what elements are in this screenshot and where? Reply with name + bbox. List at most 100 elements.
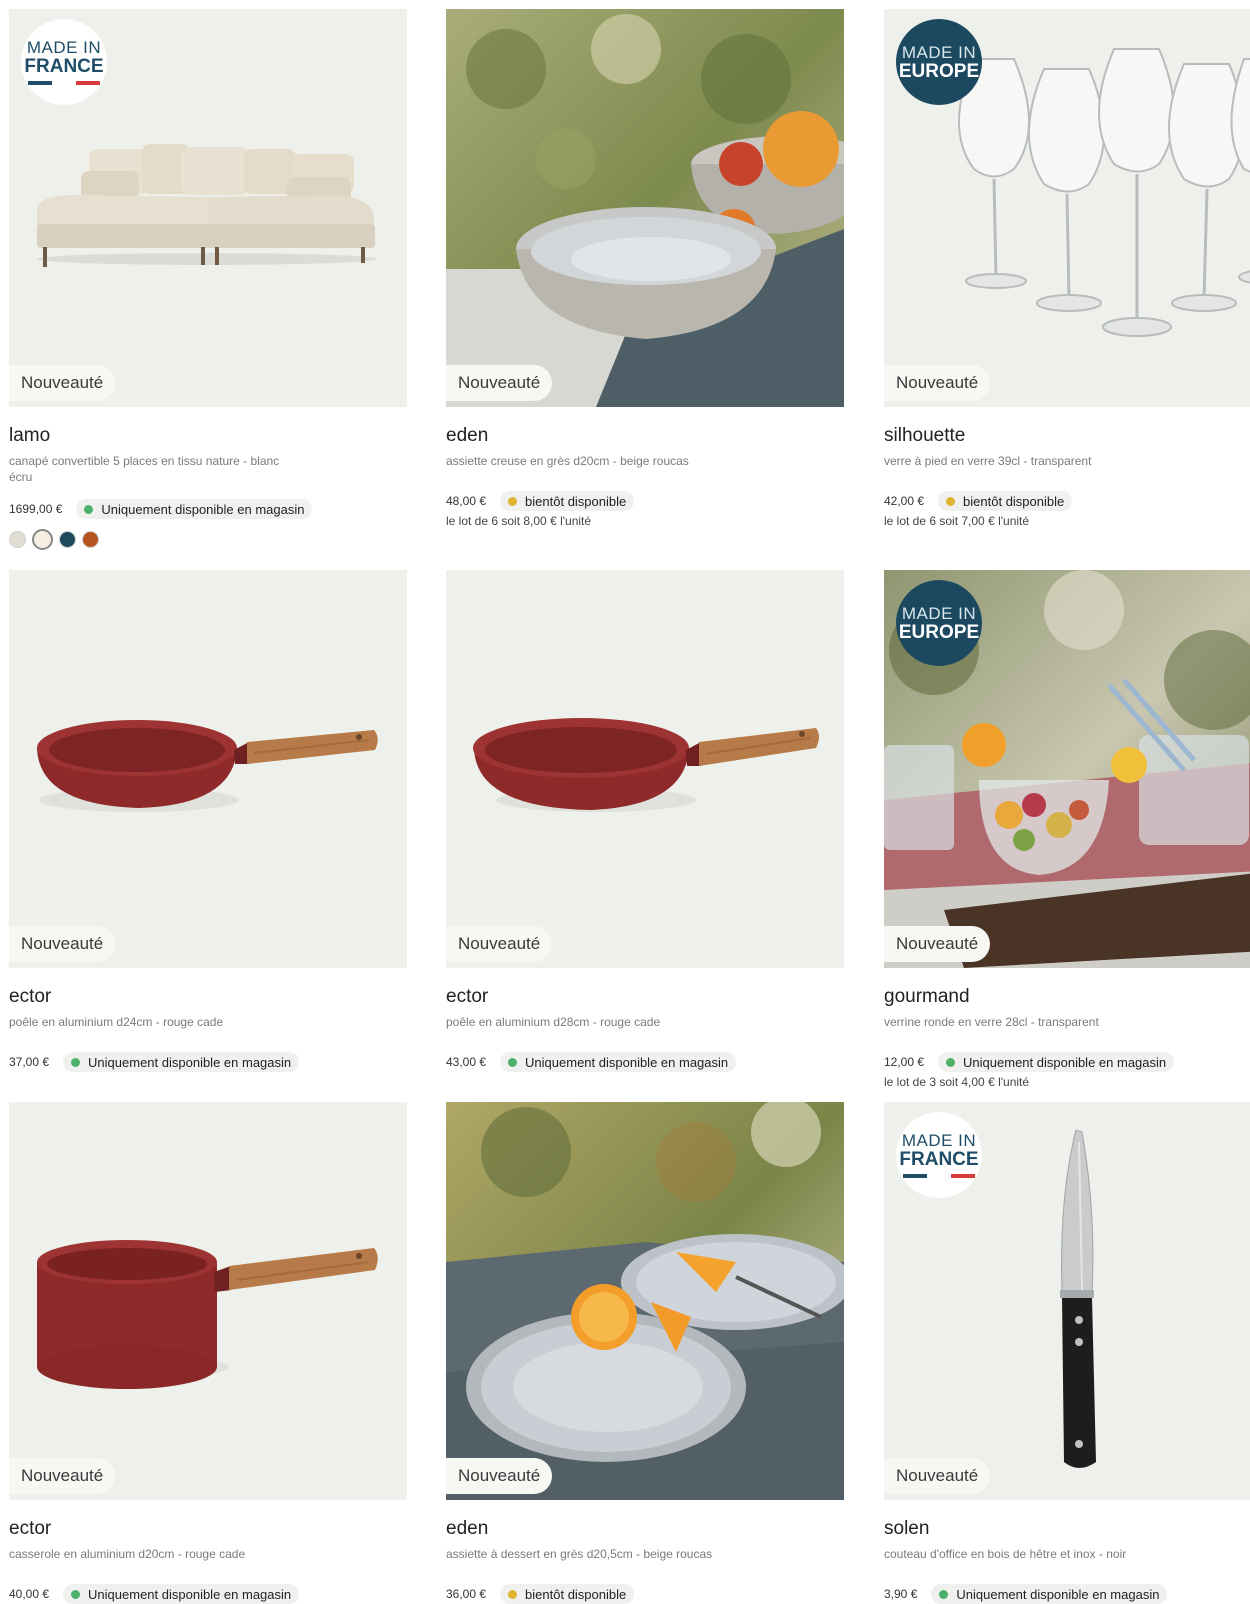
status-dot-icon xyxy=(71,1057,81,1067)
product-card[interactable]: Nouveauté ector casserole en aluminium d… xyxy=(9,1102,407,1604)
availability-badge: Uniquement disponible en magasin xyxy=(500,1052,737,1072)
product-name[interactable]: silhouette xyxy=(884,425,1250,447)
color-swatches xyxy=(9,529,407,550)
made-in-label: MADE IN xyxy=(26,38,102,57)
lot-info: le lot de 3 soit 4,00 € l'unité xyxy=(884,1075,1030,1089)
product-image-sofa[interactable]: MADE IN FRANCE Nouveauté xyxy=(9,9,407,407)
product-card[interactable]: MADE IN EUROPE Nouveauté gourmand verrin… xyxy=(884,570,1250,1089)
price-row: 3,90 € Uniquement disponible en magasin xyxy=(884,1584,1250,1604)
product-price: 40,00 € xyxy=(9,1587,50,1601)
product-name[interactable]: gourmand xyxy=(884,986,1250,1008)
product-name[interactable]: ector xyxy=(9,1518,407,1540)
new-badge: Nouveauté xyxy=(884,365,991,401)
product-name[interactable]: solen xyxy=(884,1518,1250,1540)
product-price: 37,00 € xyxy=(9,1055,50,1069)
frying-pan-illustration xyxy=(446,570,844,968)
new-badge: Nouveauté xyxy=(9,1458,116,1494)
product-price: 36,00 € xyxy=(446,1587,487,1601)
new-badge: Nouveauté xyxy=(446,365,553,401)
product-card[interactable]: Nouveauté ector poêle en aluminium d28cm… xyxy=(446,570,844,1072)
product-card[interactable]: MADE IN FRANCE Nouveauté solen couteau d… xyxy=(884,1102,1250,1604)
price-row: 37,00 € Uniquement disponible en magasin xyxy=(9,1052,407,1072)
made-in-country: EUROPE xyxy=(898,621,980,643)
price-row: 12,00 € Uniquement disponible en magasin xyxy=(884,1052,1250,1072)
made-in-country: EUROPE xyxy=(898,60,980,82)
made-in-france-badge: MADE IN FRANCE xyxy=(21,19,107,105)
new-badge: Nouveauté xyxy=(884,926,991,962)
availability-text: bientôt disponible xyxy=(525,493,627,509)
product-image-knife[interactable]: MADE IN FRANCE Nouveauté xyxy=(884,1102,1250,1500)
product-name[interactable]: ector xyxy=(446,986,844,1008)
product-card[interactable]: Nouveauté eden assiette creuse en grès d… xyxy=(446,9,844,528)
product-description: couteau d'office en bois de hêtre et ino… xyxy=(884,1547,1127,1561)
availability-text: Uniquement disponible en magasin xyxy=(101,501,305,517)
dessert-plate-photo xyxy=(446,1102,844,1500)
made-in-label: MADE IN xyxy=(901,603,977,623)
color-swatch[interactable] xyxy=(9,531,26,548)
price-row: 48,00 € bientôt disponible xyxy=(446,491,844,511)
availability-text: Uniquement disponible en magasin xyxy=(956,1586,1160,1602)
product-name[interactable]: eden xyxy=(446,425,844,447)
product-description: casserole en aluminium d20cm - rouge cad… xyxy=(9,1547,246,1561)
product-name[interactable]: eden xyxy=(446,1518,844,1540)
status-dot-icon xyxy=(508,1057,518,1067)
made-in-country: FRANCE xyxy=(24,56,104,77)
made-in-europe-badge: MADE IN EUROPE xyxy=(896,19,982,105)
frying-pan-illustration xyxy=(9,570,407,968)
product-card[interactable]: Nouveauté ector poêle en aluminium d24cm… xyxy=(9,570,407,1072)
new-badge: Nouveauté xyxy=(9,926,116,962)
product-name[interactable]: lamo xyxy=(9,425,407,447)
color-swatch[interactable] xyxy=(82,531,99,548)
product-description: poêle en aluminium d24cm - rouge cade xyxy=(9,1015,224,1029)
price-row: 43,00 € Uniquement disponible en magasin xyxy=(446,1052,844,1072)
availability-text: bientôt disponible xyxy=(525,1586,627,1602)
made-in-label: MADE IN xyxy=(901,42,977,62)
product-price: 43,00 € xyxy=(446,1055,487,1069)
new-badge: Nouveauté xyxy=(446,1458,553,1494)
product-card[interactable]: Nouveauté eden assiette à dessert en grè… xyxy=(446,1102,844,1604)
product-name[interactable]: ector xyxy=(9,986,407,1008)
product-image-glasses[interactable]: MADE IN EUROPE Nouveauté xyxy=(884,9,1250,407)
availability-text: Uniquement disponible en magasin xyxy=(88,1054,292,1070)
product-price: 1699,00 € xyxy=(9,502,63,516)
product-card[interactable]: MADE IN FRANCE Nouveauté lamo canapé con… xyxy=(9,9,407,550)
availability-badge: Uniquement disponible en magasin xyxy=(938,1052,1175,1072)
availability-text: Uniquement disponible en magasin xyxy=(525,1054,729,1070)
made-in-label: MADE IN xyxy=(901,1131,977,1150)
product-image-frying-pan[interactable]: Nouveauté xyxy=(9,570,407,968)
price-row: 40,00 € Uniquement disponible en magasin xyxy=(9,1584,407,1604)
product-image-dessert-plate[interactable]: Nouveauté xyxy=(446,1102,844,1500)
product-description: assiette à dessert en grès d20,5cm - bei… xyxy=(446,1547,713,1561)
availability-badge: bientôt disponible xyxy=(500,491,635,511)
product-description: verre à pied en verre 39cl - transparent xyxy=(884,454,1092,468)
status-dot-icon xyxy=(946,1057,956,1067)
price-row: 36,00 € bientôt disponible xyxy=(446,1584,844,1604)
status-dot-icon xyxy=(939,1589,949,1599)
availability-text: Uniquement disponible en magasin xyxy=(88,1586,292,1602)
bowl-photo xyxy=(446,9,844,407)
color-swatch[interactable] xyxy=(59,531,76,548)
product-image-frying-pan[interactable]: Nouveauté xyxy=(446,570,844,968)
price-row: 42,00 € bientôt disponible xyxy=(884,491,1250,511)
product-image-verrine[interactable]: MADE IN EUROPE Nouveauté xyxy=(884,570,1250,968)
product-price: 12,00 € xyxy=(884,1055,925,1069)
status-dot-icon xyxy=(946,496,956,506)
product-price: 48,00 € xyxy=(446,494,487,508)
availability-badge: bientôt disponible xyxy=(500,1584,635,1604)
saucepan-illustration xyxy=(9,1102,407,1500)
product-image-saucepan[interactable]: Nouveauté xyxy=(9,1102,407,1500)
new-badge: Nouveauté xyxy=(9,365,116,401)
product-description: poêle en aluminium d28cm - rouge cade xyxy=(446,1015,661,1029)
color-swatch-selected[interactable] xyxy=(32,529,53,550)
product-description: assiette creuse en grès d20cm - beige ro… xyxy=(446,454,689,468)
status-dot-icon xyxy=(71,1589,81,1599)
product-card[interactable]: MADE IN EUROPE Nouveauté silhouette verr… xyxy=(884,9,1250,528)
status-dot-icon xyxy=(508,1589,518,1599)
status-dot-icon xyxy=(84,504,94,514)
availability-badge: Uniquement disponible en magasin xyxy=(931,1584,1168,1604)
price-row: 1699,00 € Uniquement disponible en magas… xyxy=(9,499,407,519)
flag-icon xyxy=(28,81,100,85)
product-image-bowl[interactable]: Nouveauté xyxy=(446,9,844,407)
availability-badge: Uniquement disponible en magasin xyxy=(63,1052,300,1072)
status-dot-icon xyxy=(508,496,518,506)
